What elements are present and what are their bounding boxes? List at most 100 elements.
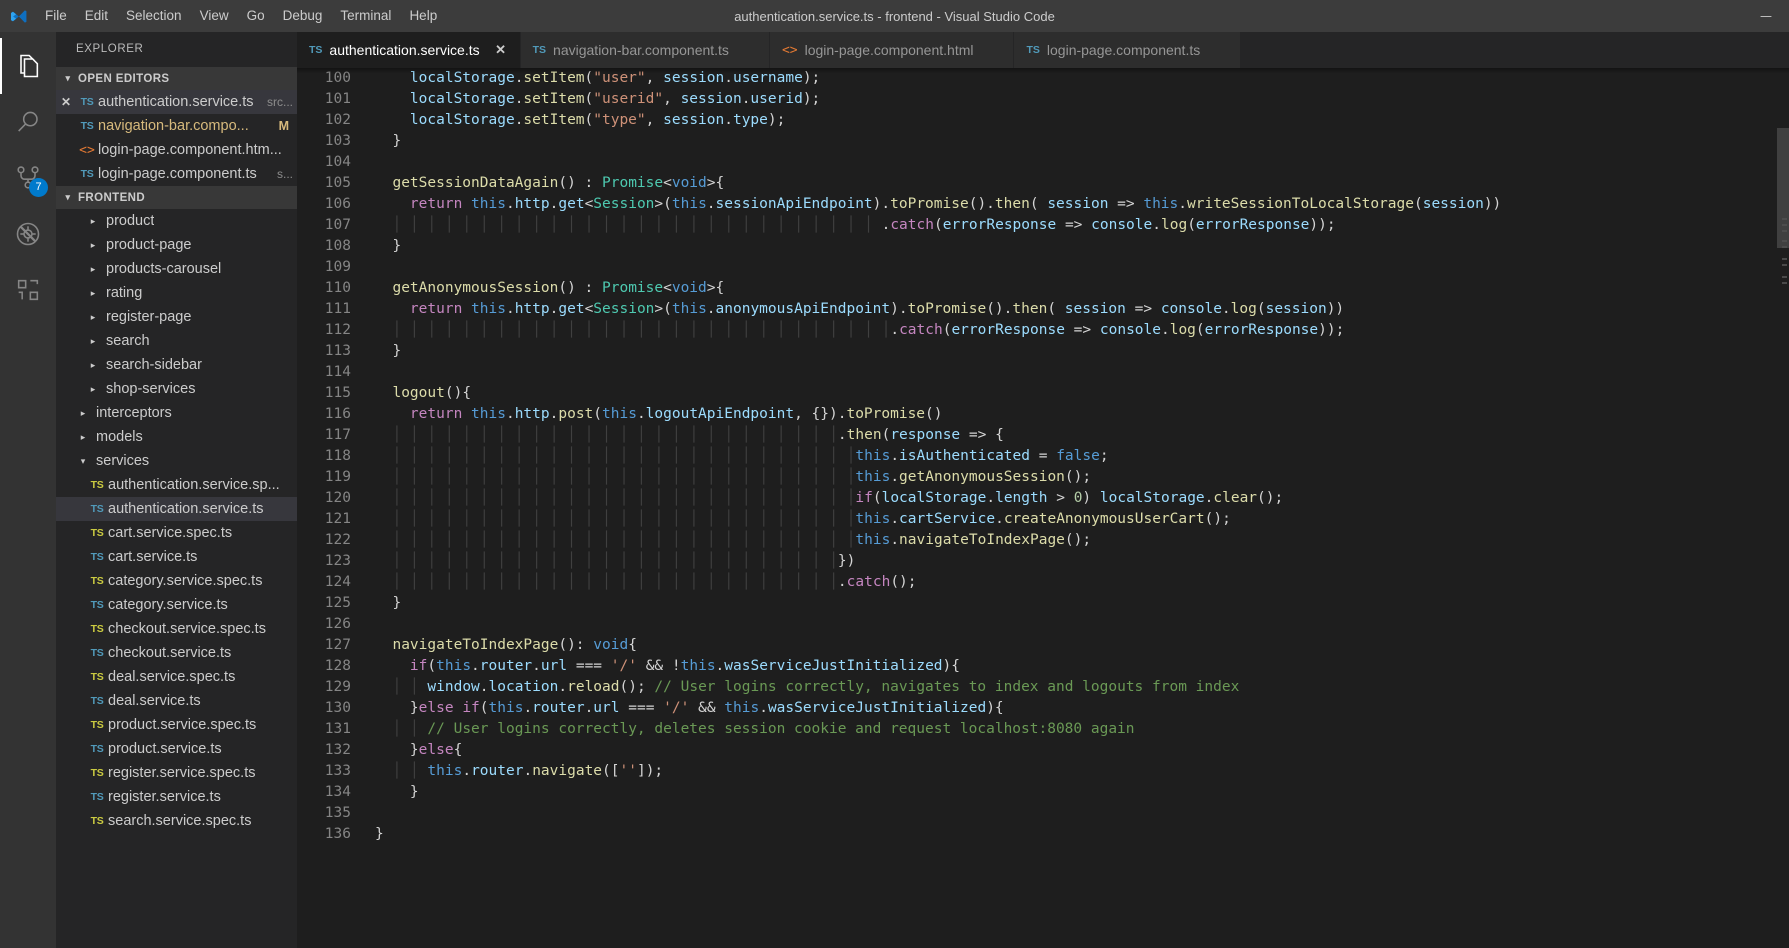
menu-file[interactable]: File [36, 0, 76, 32]
code-line[interactable]: } [375, 341, 1789, 362]
code-line[interactable]: getSessionDataAgain() : Promise<void>{ [375, 173, 1789, 194]
chevron-down-icon[interactable] [61, 73, 75, 84]
code-line[interactable]: navigateToIndexPage(): void{ [375, 635, 1789, 656]
tree-file-cart.service.spec.ts[interactable]: TS cart.service.spec.ts [56, 521, 297, 545]
code-line[interactable]: } [375, 236, 1789, 257]
chevron-down-icon[interactable] [61, 192, 75, 203]
activity-item-search[interactable] [0, 94, 56, 150]
activity-item-source-control[interactable]: 7 [0, 150, 56, 206]
code-line[interactable]: │ │ │ │ │ │ │ │ │ │ │ │ │ │ │ │ │ │ │ │ … [375, 446, 1789, 467]
code-line[interactable]: }else{ [375, 740, 1789, 761]
menu-debug[interactable]: Debug [274, 0, 332, 32]
code-line[interactable]: │ │ │ │ │ │ │ │ │ │ │ │ │ │ │ │ │ │ │ │ … [375, 467, 1789, 488]
tree-file-category.service.ts[interactable]: TS category.service.ts [56, 593, 297, 617]
chevron-right-icon[interactable] [76, 408, 90, 419]
code-editor[interactable]: 100 101 102 103 104 105 106 107 108 109 110 111 112 1… [297, 68, 1789, 948]
open-editor-item-3[interactable]: TS login-page.component.ts s... [56, 162, 297, 186]
chevron-right-icon[interactable] [86, 360, 100, 371]
tree-file-category.service.spec.ts[interactable]: TS category.service.spec.ts [56, 569, 297, 593]
code-line[interactable]: │ │ │ │ │ │ │ │ │ │ │ │ │ │ │ │ │ │ │ │ … [375, 320, 1789, 341]
tree-folder-search-sidebar[interactable]: search-sidebar [56, 353, 297, 377]
tree-file-register.service.ts[interactable]: TS register.service.ts [56, 785, 297, 809]
code-line[interactable]: localStorage.setItem("user", session.use… [375, 68, 1789, 89]
code-line[interactable]: return this.http.get<Session>(this.sessi… [375, 194, 1789, 215]
menu-view[interactable]: View [191, 0, 238, 32]
code-line[interactable] [375, 362, 1789, 383]
menu-edit[interactable]: Edit [76, 0, 117, 32]
tree-file-checkout.service.spec.ts[interactable]: TS checkout.service.spec.ts [56, 617, 297, 641]
open-editor-item-2[interactable]: <> login-page.component.htm... [56, 138, 297, 162]
code-line[interactable]: │ │ │ │ │ │ │ │ │ │ │ │ │ │ │ │ │ │ │ │ … [375, 215, 1789, 236]
tree-file-authentication.service.ts[interactable]: TS authentication.service.ts [56, 497, 297, 521]
close-icon[interactable]: ✕ [492, 42, 510, 58]
code-line[interactable]: localStorage.setItem("type", session.typ… [375, 110, 1789, 131]
tree-file-cart.service.ts[interactable]: TS cart.service.ts [56, 545, 297, 569]
tree-folder-shop-services[interactable]: shop-services [56, 377, 297, 401]
chevron-right-icon[interactable] [76, 432, 90, 443]
code-line[interactable]: │ │ │ │ │ │ │ │ │ │ │ │ │ │ │ │ │ │ │ │ … [375, 572, 1789, 593]
editor-tab-1[interactable]: TSnavigation-bar.component.ts✕ [520, 32, 770, 68]
menu-bar[interactable]: File Edit Selection View Go Debug Termin… [36, 0, 446, 32]
code-line[interactable]: if(this.router.url === '/' && !this.wasS… [375, 656, 1789, 677]
tree-folder-product[interactable]: product [56, 209, 297, 233]
code-line[interactable]: │ │ // User logins correctly, deletes se… [375, 719, 1789, 740]
menu-go[interactable]: Go [238, 0, 274, 32]
tree-file-register.service.spec.ts[interactable]: TS register.service.spec.ts [56, 761, 297, 785]
code-line[interactable] [375, 152, 1789, 173]
window-controls[interactable]: — [1743, 0, 1789, 32]
tree-folder-search[interactable]: search [56, 329, 297, 353]
workspace-folder-header[interactable]: FRONTEND [56, 186, 297, 209]
code-line[interactable]: return this.http.get<Session>(this.anony… [375, 299, 1789, 320]
tree-file-authentication.service.sp...[interactable]: TS authentication.service.sp... [56, 473, 297, 497]
code-line[interactable]: │ │ │ │ │ │ │ │ │ │ │ │ │ │ │ │ │ │ │ │ … [375, 425, 1789, 446]
open-editor-item-1[interactable]: TS navigation-bar.compo... M [56, 114, 297, 138]
code-content[interactable]: localStorage.setItem("user", session.use… [367, 68, 1789, 948]
tree-folder-rating[interactable]: rating [56, 281, 297, 305]
close-icon[interactable]: ✕ [56, 95, 76, 109]
activity-item-extensions[interactable] [0, 262, 56, 318]
menu-help[interactable]: Help [400, 0, 446, 32]
tree-file-product.service.ts[interactable]: TS product.service.ts [56, 737, 297, 761]
code-line[interactable]: getAnonymousSession() : Promise<void>{ [375, 278, 1789, 299]
code-line[interactable]: localStorage.setItem("userid", session.u… [375, 89, 1789, 110]
editor-tab-2[interactable]: <>login-page.component.html✕ [769, 32, 1015, 68]
activity-item-explorer[interactable] [0, 38, 56, 94]
menu-terminal[interactable]: Terminal [331, 0, 400, 32]
open-editor-item-0[interactable]: ✕ TS authentication.service.ts src... [56, 90, 297, 114]
tree-folder-services[interactable]: services [56, 449, 297, 473]
code-line[interactable]: }else if(this.router.url === '/' && this… [375, 698, 1789, 719]
code-line[interactable]: │ │ │ │ │ │ │ │ │ │ │ │ │ │ │ │ │ │ │ │ … [375, 509, 1789, 530]
tree-file-product.service.spec.ts[interactable]: TS product.service.spec.ts [56, 713, 297, 737]
minimap[interactable] [1777, 68, 1789, 948]
chevron-right-icon[interactable] [86, 312, 100, 323]
code-line[interactable]: return this.http.post(this.logoutApiEndp… [375, 404, 1789, 425]
code-line[interactable]: } [375, 782, 1789, 803]
chevron-right-icon[interactable] [86, 384, 100, 395]
tree-folder-models[interactable]: models [56, 425, 297, 449]
chevron-right-icon[interactable] [86, 240, 100, 251]
code-line[interactable]: │ │ window.location.reload(); // User lo… [375, 677, 1789, 698]
code-line[interactable]: } [375, 824, 1789, 845]
activity-item-debug[interactable] [0, 206, 56, 262]
code-line[interactable]: │ │ │ │ │ │ │ │ │ │ │ │ │ │ │ │ │ │ │ │ … [375, 488, 1789, 509]
tree-folder-register-page[interactable]: register-page [56, 305, 297, 329]
open-editors-header[interactable]: OPEN EDITORS [56, 67, 297, 90]
chevron-right-icon[interactable] [86, 288, 100, 299]
code-line[interactable]: │ │ this.router.navigate(['']); [375, 761, 1789, 782]
code-line[interactable]: │ │ │ │ │ │ │ │ │ │ │ │ │ │ │ │ │ │ │ │ … [375, 530, 1789, 551]
code-line[interactable]: } [375, 131, 1789, 152]
chevron-right-icon[interactable] [86, 336, 100, 347]
menu-selection[interactable]: Selection [117, 0, 191, 32]
editor-tab-3[interactable]: TSlogin-page.component.ts✕ [1014, 32, 1242, 68]
chevron-down-icon[interactable] [76, 456, 90, 467]
tree-folder-product-page[interactable]: product-page [56, 233, 297, 257]
code-line[interactable] [375, 257, 1789, 278]
editor-tab-0[interactable]: TS authentication.service.ts ✕ [297, 32, 521, 68]
code-line[interactable]: } [375, 593, 1789, 614]
code-line[interactable]: │ │ │ │ │ │ │ │ │ │ │ │ │ │ │ │ │ │ │ │ … [375, 551, 1789, 572]
chevron-right-icon[interactable] [86, 264, 100, 275]
tree-file-checkout.service.ts[interactable]: TS checkout.service.ts [56, 641, 297, 665]
chevron-right-icon[interactable] [86, 216, 100, 227]
code-line[interactable]: logout(){ [375, 383, 1789, 404]
minimize-button[interactable]: — [1743, 0, 1789, 32]
